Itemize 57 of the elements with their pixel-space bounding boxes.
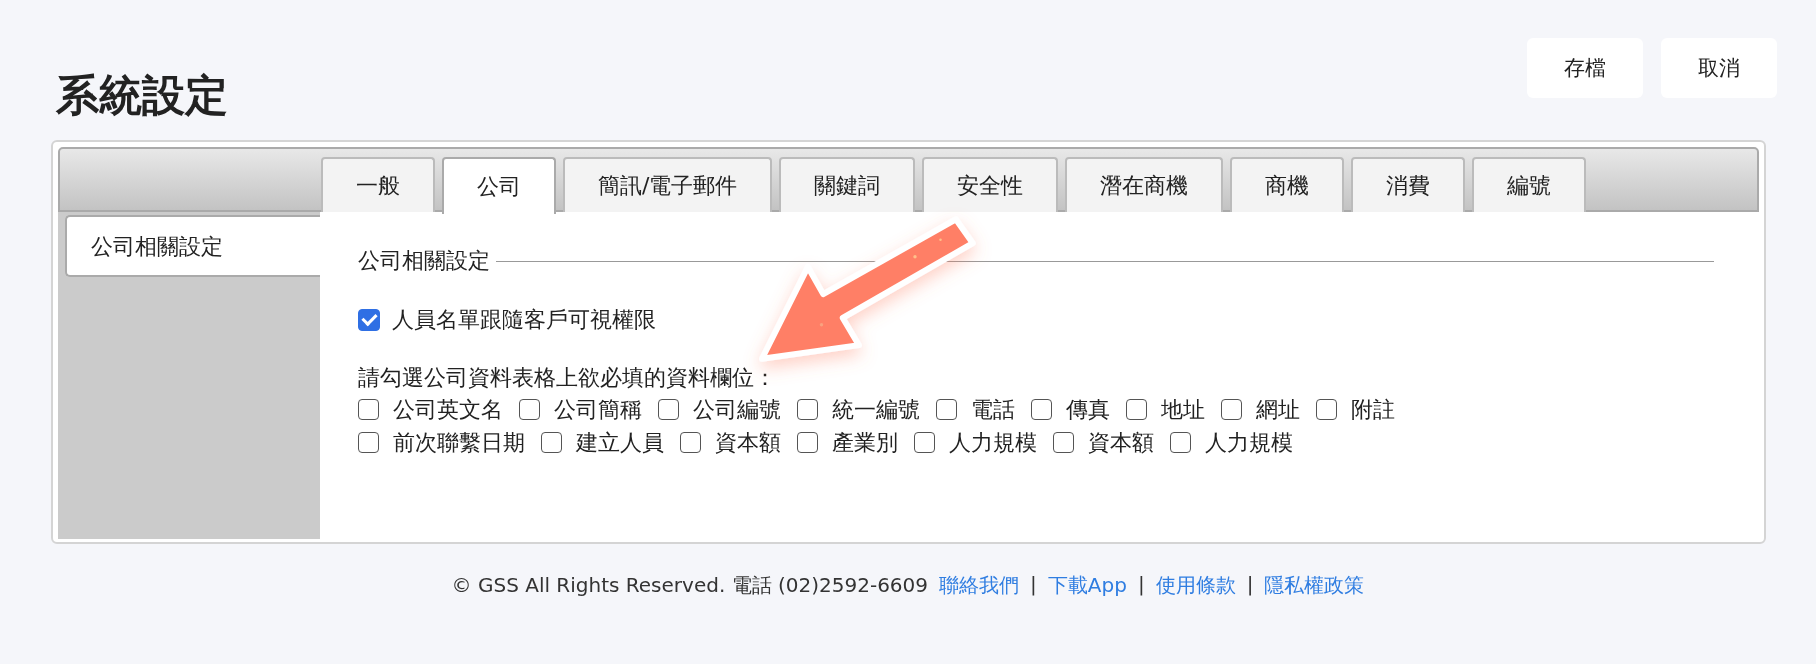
tab[interactable]: 安全性 [922, 157, 1059, 212]
checkbox[interactable] [358, 399, 379, 420]
checkbox-label: 前次聯繫日期 [393, 429, 525, 457]
section-legend: 公司相關設定 [358, 246, 490, 276]
checkbox-label: 公司編號 [693, 396, 781, 424]
tab[interactable]: 公司 [442, 157, 556, 214]
tab[interactable]: 消費 [1351, 157, 1466, 212]
checkbox[interactable] [1031, 399, 1052, 420]
checkbox[interactable] [1221, 399, 1242, 420]
link-separator: | [1137, 572, 1145, 598]
tab[interactable]: 編號 [1472, 157, 1587, 212]
tab[interactable]: 潛在商機 [1065, 157, 1224, 212]
checkbox[interactable] [797, 432, 818, 453]
action-button[interactable]: 取消 [1661, 38, 1777, 98]
checkbox-label: 資本額 [1088, 429, 1154, 457]
footer-link[interactable]: 使用條款 [1155, 572, 1236, 599]
sidebar-item[interactable]: 公司相關設定 [65, 215, 320, 277]
action-button[interactable]: 存檔 [1527, 38, 1643, 98]
checkbox-label: 公司英文名 [393, 396, 503, 424]
checkbox-label: 傳真 [1066, 396, 1110, 424]
instruction-text: 請勾選公司資料表格上欲必填的資料欄位： [358, 364, 777, 392]
checkbox-label: 地址 [1161, 396, 1205, 424]
checkbox-label: 產業別 [832, 429, 898, 457]
footer-link[interactable]: 下載App [1047, 572, 1127, 599]
checkbox[interactable] [914, 432, 935, 453]
checkbox-label: 人力規模 [949, 429, 1037, 457]
checkbox[interactable] [358, 308, 380, 331]
link-separator: | [1030, 572, 1037, 598]
checkbox[interactable] [1170, 432, 1191, 453]
checkbox[interactable] [541, 432, 562, 453]
checkbox-label: 附註 [1351, 396, 1395, 424]
tab[interactable]: 一般 [321, 157, 435, 212]
checkbox[interactable] [1316, 399, 1337, 420]
footer-link[interactable]: 聯絡我們 [939, 572, 1020, 599]
checkbox-label: 統一編號 [832, 396, 920, 424]
checkbox[interactable] [1126, 399, 1147, 420]
checkbox-label: 人力規模 [1205, 429, 1293, 457]
checkbox-label: 公司簡稱 [554, 396, 642, 424]
checkbox[interactable] [1053, 432, 1074, 453]
copyright-text: © GSS All Rights Reserved. 電話 (02)2592-6609 [451, 572, 929, 599]
footer-link[interactable]: 隱私權政策 [1264, 572, 1365, 599]
checkbox[interactable] [797, 399, 818, 420]
checkbox-label: 網址 [1256, 396, 1300, 424]
checkbox[interactable] [658, 399, 679, 420]
page-title: 系統設定 [56, 74, 228, 117]
checkbox[interactable] [936, 399, 957, 420]
checkbox[interactable] [358, 432, 379, 453]
checkbox-label: 建立人員 [576, 429, 664, 457]
tab[interactable]: 商機 [1230, 157, 1345, 212]
checkbox[interactable] [680, 432, 701, 453]
checkbox-label: 人員名單跟隨客戶可視權限 [392, 306, 656, 334]
link-separator: | [1246, 572, 1254, 598]
checkbox-label: 電話 [971, 396, 1015, 424]
checkbox[interactable] [519, 399, 540, 420]
checkbox-label: 資本額 [715, 429, 781, 457]
tab[interactable]: 簡訊/電子郵件 [563, 157, 773, 212]
tab[interactable]: 關鍵詞 [779, 157, 916, 212]
